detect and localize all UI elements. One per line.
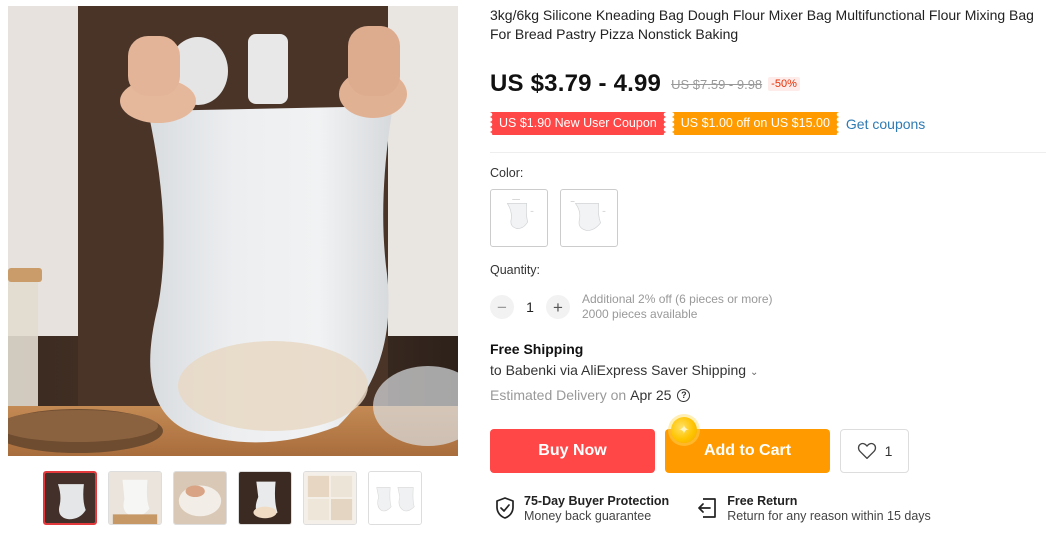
estimated-delivery-date: Apr 25	[630, 387, 672, 403]
chevron-down-icon: ⌄	[750, 367, 759, 378]
free-return[interactable]: Free Return Return for any reason within…	[695, 494, 931, 524]
action-buttons: Buy Now ✦ Add to Cart 1	[490, 417, 909, 473]
new-user-coupon[interactable]: US $1.90 New User Coupon	[490, 112, 666, 135]
product-title: 3kg/6kg Silicone Kneading Bag Dough Flou…	[490, 7, 1034, 42]
thumbnail-strip	[43, 471, 422, 525]
buyer-protection-title: 75-Day Buyer Protection	[524, 494, 670, 508]
thumbnail-3[interactable]	[173, 471, 227, 525]
wishlist-button[interactable]: 1	[840, 429, 909, 473]
threshold-coupon[interactable]: US $1.00 off on US $15.00	[671, 112, 839, 135]
add-to-cart-button[interactable]: ✦ Add to Cart	[665, 417, 830, 473]
add-to-cart-label: Add to Cart	[703, 442, 792, 459]
thumbnail-5[interactable]	[303, 471, 357, 525]
guarantees: 75-Day Buyer Protection Money back guara…	[494, 494, 957, 524]
help-icon[interactable]: ?	[677, 388, 691, 402]
thumbnail-2[interactable]	[108, 471, 162, 525]
return-icon	[698, 498, 717, 518]
price-row: US $3.79 - 4.99 US $7.59 - 9.98 -50%	[490, 70, 800, 98]
estimated-delivery: Estimated Delivery on Apr 25 ?	[490, 387, 691, 403]
thumbnail-6[interactable]	[368, 471, 422, 525]
get-coupons-link[interactable]: Get coupons	[846, 116, 925, 132]
stock-available-note: 2000 pieces available	[582, 307, 698, 321]
shield-check-icon	[496, 497, 514, 519]
color-swatches	[490, 189, 618, 247]
bulk-discount-note: Additional 2% off (6 pieces or more)	[582, 292, 773, 306]
wishlist-count: 1	[884, 443, 893, 459]
buyer-protection[interactable]: 75-Day Buyer Protection Money back guara…	[494, 494, 669, 524]
current-price: US $3.79 - 4.99	[490, 70, 662, 97]
free-return-subtitle: Return for any reason within 15 days	[727, 509, 931, 523]
divider	[490, 152, 1046, 153]
estimated-delivery-label: Estimated Delivery on	[490, 387, 627, 403]
color-option-6kg[interactable]	[560, 189, 618, 247]
quantity-value[interactable]: 1	[514, 299, 546, 315]
quantity-stepper: − 1 + Additional 2% off (6 pieces or mor…	[490, 292, 773, 322]
buyer-protection-subtitle: Money back guarantee	[524, 509, 652, 523]
quantity-label: Quantity:	[490, 263, 541, 277]
increase-quantity-button[interactable]: +	[546, 295, 570, 319]
coin-icon: ✦	[671, 417, 697, 443]
coupon-row: US $1.90 New User Coupon US $1.00 off on…	[490, 112, 925, 135]
shipping-destination[interactable]: to Babenki via AliExpress Saver Shipping…	[490, 362, 758, 378]
main-product-image[interactable]	[8, 6, 458, 456]
heart-icon	[857, 442, 876, 460]
buy-now-button[interactable]: Buy Now	[490, 429, 655, 473]
discount-badge: -50%	[768, 77, 800, 91]
free-return-title: Free Return	[727, 494, 798, 508]
quantity-note: Additional 2% off (6 pieces or more) 200…	[582, 292, 773, 322]
original-price: US $7.59 - 9.98	[671, 76, 763, 92]
thumbnail-4[interactable]	[238, 471, 292, 525]
decrease-quantity-button[interactable]: −	[490, 295, 514, 319]
color-label: Color:	[490, 166, 524, 180]
color-option-3kg[interactable]	[490, 189, 548, 247]
shipping-title: Free Shipping	[490, 341, 584, 357]
thumbnail-1[interactable]	[43, 471, 97, 525]
shipping-destination-text: to Babenki via AliExpress Saver Shipping	[490, 362, 747, 378]
